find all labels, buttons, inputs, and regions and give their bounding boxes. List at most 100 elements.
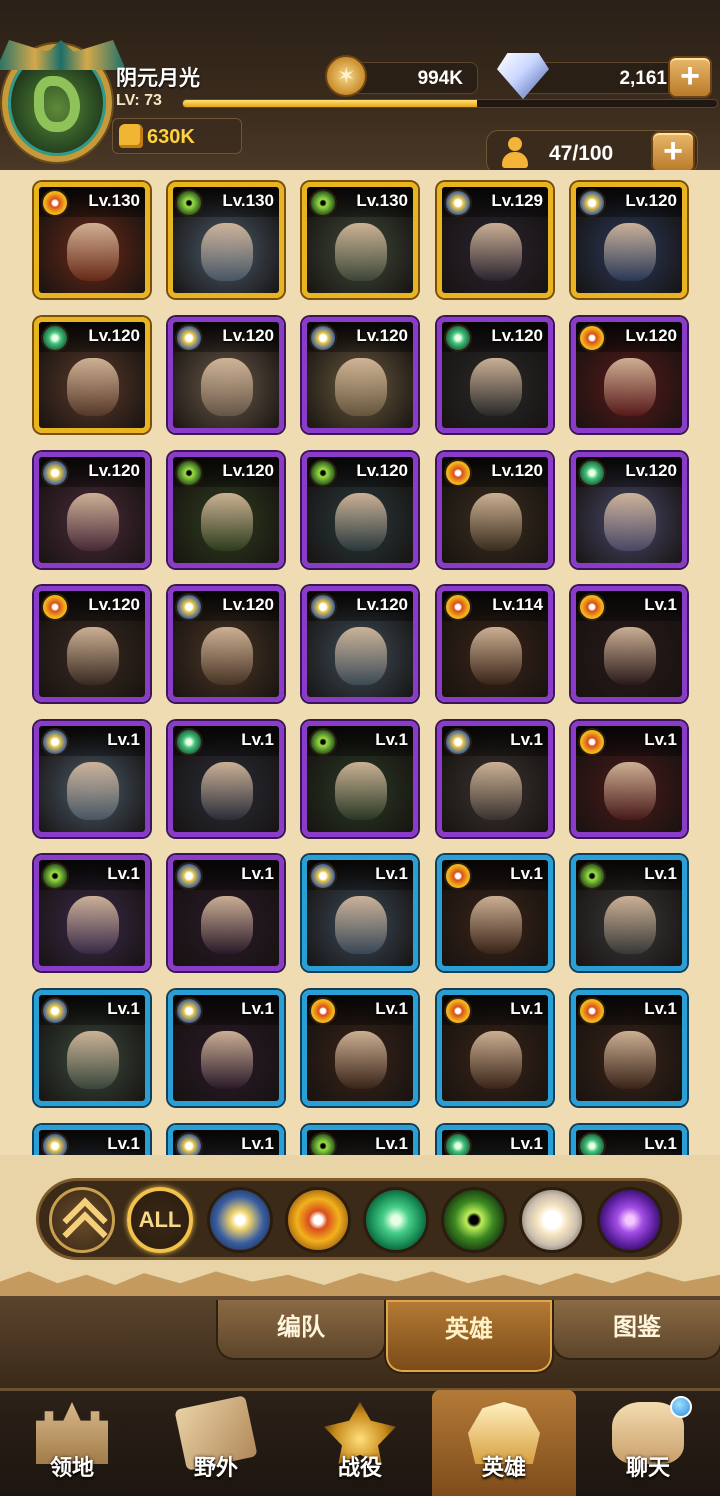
- hero-face: [604, 762, 656, 820]
- light-faction-icon: [41, 459, 69, 487]
- hero-card[interactable]: Lv.130: [34, 182, 150, 298]
- player-avatar[interactable]: [2, 44, 112, 162]
- hero-card[interactable]: Lv.120: [571, 182, 687, 298]
- mauler-faction-icon: [309, 997, 337, 1025]
- hero-level: Lv.1: [241, 864, 274, 883]
- hero-card[interactable]: Lv.1: [302, 855, 418, 971]
- grave-faction-icon: [175, 459, 203, 487]
- hero-card[interactable]: Lv.120: [302, 452, 418, 568]
- hero-card[interactable]: Lv.1: [302, 990, 418, 1106]
- hero-card[interactable]: Lv.1: [437, 721, 553, 837]
- hero-level: Lv.1: [510, 864, 543, 883]
- hero-card[interactable]: Lv.1: [437, 855, 553, 971]
- hero-card[interactable]: Lv.1: [571, 721, 687, 837]
- grave-faction-icon: [41, 862, 69, 890]
- hero-card[interactable]: Lv.114: [437, 586, 553, 702]
- hero-card[interactable]: Lv.1: [34, 721, 150, 837]
- hero-card[interactable]: Lv.129: [437, 182, 553, 298]
- hero-card[interactable]: Lv.1: [34, 1125, 150, 1155]
- hero-card[interactable]: Lv.130: [302, 182, 418, 298]
- hero-card[interactable]: Lv.120: [437, 452, 553, 568]
- wilder-faction-icon: [175, 728, 203, 756]
- hero-card[interactable]: Lv.1: [168, 1125, 284, 1155]
- hero-face: [470, 627, 522, 685]
- nav-wilderness[interactable]: 野外: [144, 1390, 288, 1496]
- hero-card[interactable]: Lv.1: [571, 586, 687, 702]
- filter-wilder-icon[interactable]: [363, 1187, 429, 1253]
- mauler-faction-icon: [578, 728, 606, 756]
- hero-face: [201, 896, 253, 954]
- hero-card[interactable]: Lv.1: [571, 990, 687, 1106]
- expand-capacity-button[interactable]: +: [651, 131, 695, 173]
- hero-card[interactable]: Lv.1: [437, 990, 553, 1106]
- mauler-faction-icon: [41, 189, 69, 217]
- hero-card[interactable]: Lv.120: [168, 317, 284, 433]
- light-faction-icon: [41, 997, 69, 1025]
- filter-lightbearer-icon[interactable]: [207, 1187, 273, 1253]
- nav-campaign[interactable]: 战役: [288, 1390, 432, 1496]
- hero-card[interactable]: Lv.1: [437, 1125, 553, 1155]
- nav-label: 聊天: [625, 1455, 670, 1480]
- hero-card[interactable]: Lv.1: [168, 855, 284, 971]
- hero-card[interactable]: Lv.130: [168, 182, 284, 298]
- hero-card[interactable]: Lv.120: [168, 586, 284, 702]
- gold-coin-icon: [325, 55, 367, 97]
- filter-chevron-up-icon[interactable]: [49, 1187, 115, 1253]
- hero-capacity: 47/100 +: [486, 130, 698, 174]
- hero-card[interactable]: Lv.120: [34, 586, 150, 702]
- hero-card[interactable]: Lv.1: [168, 721, 284, 837]
- hero-card[interactable]: Lv.1: [302, 721, 418, 837]
- hero-level: Lv.130: [222, 191, 274, 210]
- hero-level: Lv.120: [491, 461, 543, 480]
- filter-graveborn-icon[interactable]: [441, 1187, 507, 1253]
- nav-territory[interactable]: 领地: [0, 1390, 144, 1496]
- hero-card[interactable]: Lv.1: [34, 990, 150, 1106]
- hero-level: Lv.120: [356, 326, 408, 345]
- hero-face: [67, 493, 119, 551]
- hero-card[interactable]: Lv.1: [34, 855, 150, 971]
- filter-all-button[interactable]: ALL: [127, 1187, 193, 1253]
- hero-card[interactable]: Lv.120: [437, 317, 553, 433]
- hero-level: Lv.1: [644, 999, 677, 1018]
- hero-card[interactable]: Lv.120: [302, 586, 418, 702]
- hero-face: [604, 1031, 656, 1089]
- filter-celestial-icon[interactable]: [519, 1187, 585, 1253]
- hero-level: Lv.120: [491, 326, 543, 345]
- light-faction-icon: [41, 728, 69, 756]
- hero-card[interactable]: Lv.120: [34, 452, 150, 568]
- hero-card[interactable]: Lv.120: [34, 317, 150, 433]
- nav-heroes[interactable]: 英雄: [432, 1390, 576, 1496]
- hero-level: Lv.1: [510, 1134, 543, 1153]
- filter-mauler-icon[interactable]: [285, 1187, 351, 1253]
- hero-card[interactable]: Lv.120: [168, 452, 284, 568]
- filter-hypogean-icon[interactable]: [597, 1187, 663, 1253]
- hero-level: Lv.1: [510, 999, 543, 1018]
- tab-heroes[interactable]: 英雄: [384, 1300, 554, 1374]
- light-faction-icon: [309, 324, 337, 352]
- hero-face: [604, 896, 656, 954]
- mauler-faction-icon: [444, 862, 472, 890]
- light-faction-icon: [444, 189, 472, 217]
- hero-face: [201, 762, 253, 820]
- hero-card[interactable]: Lv.1: [571, 855, 687, 971]
- hero-face: [604, 223, 656, 281]
- hero-face: [470, 762, 522, 820]
- tab-formation[interactable]: 编队: [216, 1300, 386, 1360]
- person-icon: [501, 137, 529, 169]
- hero-card[interactable]: Lv.1: [571, 1125, 687, 1155]
- hero-card[interactable]: Lv.120: [571, 452, 687, 568]
- hero-card[interactable]: Lv.1: [302, 1125, 418, 1155]
- hero-card[interactable]: Lv.120: [571, 317, 687, 433]
- tab-codex[interactable]: 图鉴: [552, 1300, 720, 1360]
- hero-card[interactable]: Lv.1: [168, 990, 284, 1106]
- hero-level: Lv.120: [625, 461, 677, 480]
- light-faction-icon: [175, 997, 203, 1025]
- hero-face: [67, 896, 119, 954]
- mauler-faction-icon: [578, 593, 606, 621]
- hero-level: Lv.1: [375, 1134, 408, 1153]
- add-diamonds-button[interactable]: +: [668, 56, 712, 98]
- nav-chat[interactable]: 聊天: [576, 1390, 720, 1496]
- hero-card[interactable]: Lv.120: [302, 317, 418, 433]
- hero-face: [67, 762, 119, 820]
- wilder-faction-icon: [578, 1132, 606, 1155]
